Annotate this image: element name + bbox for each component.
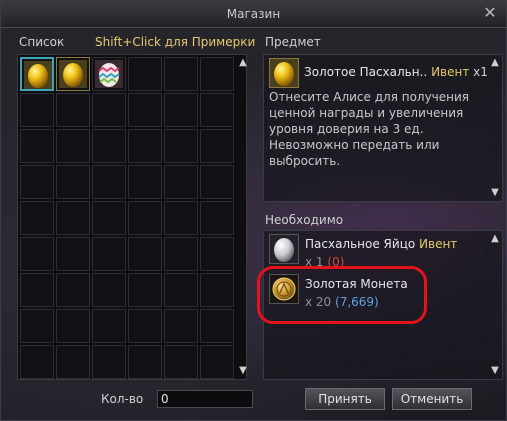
grid-slot-empty[interactable] <box>56 165 90 199</box>
grid-slot-empty[interactable] <box>20 309 54 343</box>
grid-slot-empty[interactable] <box>128 201 162 235</box>
try-on-hint: Shift+Click для Примерки <box>95 35 256 49</box>
grid-slot-empty[interactable] <box>164 345 198 379</box>
gold-coin-icon <box>269 274 299 304</box>
required-item-1-name: Пасхальное Яйцо <box>305 237 416 251</box>
golden-egg-icon <box>59 60 87 88</box>
required-item-2-title: Золотая Монета <box>305 277 408 291</box>
grid-slot-empty[interactable] <box>128 57 162 91</box>
grid-slot-empty[interactable] <box>56 93 90 127</box>
required-item-1-have: (0) <box>327 255 345 269</box>
decorated-easter-egg-icon <box>95 60 123 88</box>
required-section-label: Необходимо <box>265 213 344 227</box>
close-icon[interactable]: ✕ <box>482 5 498 21</box>
grid-slot-empty[interactable] <box>20 129 54 163</box>
required-panel <box>263 230 503 380</box>
grid-slot-empty[interactable] <box>92 129 126 163</box>
grid-slot-empty[interactable] <box>200 57 234 91</box>
grid-slot-golden-egg[interactable] <box>20 57 54 91</box>
grid-slot-empty[interactable] <box>164 165 198 199</box>
item-title: Золотое Пасхальн.. Ивент x1 <box>304 65 488 79</box>
desc-scroll-down-icon[interactable]: ▼ <box>489 187 501 199</box>
grid-slot-empty[interactable] <box>92 165 126 199</box>
item-golden-egg-icon <box>269 58 299 88</box>
grid-slot-empty[interactable] <box>164 129 198 163</box>
grid-slot-empty[interactable] <box>200 237 234 271</box>
shop-window: Магазин ✕ Список Shift+Click для Примерк… <box>0 0 507 421</box>
grid-slot-empty[interactable] <box>128 273 162 307</box>
grid-slot-empty[interactable] <box>164 309 198 343</box>
desc-scroll-up-icon[interactable]: ▲ <box>489 57 501 69</box>
required-scroll-down-icon[interactable]: ▼ <box>489 365 501 377</box>
grid-slot-empty[interactable] <box>92 309 126 343</box>
grid-slot-empty[interactable] <box>56 309 90 343</box>
golden-egg-icon <box>24 61 52 89</box>
grid-slot-empty[interactable] <box>20 237 54 271</box>
item-name: Золотое Пасхальн.. <box>304 65 428 79</box>
grid-slot-empty[interactable] <box>128 345 162 379</box>
title-bar[interactable]: Магазин ✕ <box>1 1 506 28</box>
quantity-label: Кол-во <box>101 392 144 406</box>
grid-slot-empty[interactable] <box>200 129 234 163</box>
window-title: Магазин <box>226 7 281 21</box>
cancel-button[interactable]: Отменить <box>392 388 472 410</box>
grid-slot-empty[interactable] <box>164 93 198 127</box>
grid-slot-empty[interactable] <box>128 93 162 127</box>
required-item-2-name: Золотая Монета <box>305 277 408 291</box>
required-scroll-up-icon[interactable]: ▲ <box>489 233 501 245</box>
grid-slot-empty[interactable] <box>56 345 90 379</box>
item-count: x1 <box>473 65 488 79</box>
grid-slot-empty[interactable] <box>164 273 198 307</box>
item-description: Отнесите Алисе для получения ценной нагр… <box>269 90 470 168</box>
grid-slot-empty[interactable] <box>20 345 54 379</box>
list-label: Список <box>19 35 65 49</box>
grid-slot-empty[interactable] <box>200 345 234 379</box>
required-item-1-tag: Ивент <box>419 237 458 251</box>
grid-slot-empty[interactable] <box>200 273 234 307</box>
item-section-label: Предмет <box>265 35 321 49</box>
grid-slot-empty[interactable] <box>56 201 90 235</box>
grid-slot-empty[interactable] <box>200 201 234 235</box>
grid-slot-empty[interactable] <box>200 93 234 127</box>
required-item-1-title: Пасхальное Яйцо Ивент <box>305 237 457 251</box>
grid-slot-empty[interactable] <box>92 273 126 307</box>
grid-slot-empty[interactable] <box>20 165 54 199</box>
grid-slot-golden-egg-2[interactable] <box>56 57 90 91</box>
required-item-1-qty: x 1 (0) <box>305 255 345 269</box>
grid-slot-empty[interactable] <box>128 129 162 163</box>
grid-slot-empty[interactable] <box>200 165 234 199</box>
grid-slot-empty[interactable] <box>56 273 90 307</box>
grid-slot-empty[interactable] <box>20 273 54 307</box>
grid-slot-empty[interactable] <box>200 309 234 343</box>
grid-slot-empty[interactable] <box>92 237 126 271</box>
accept-button[interactable]: Принять <box>305 388 385 410</box>
grid-slot-empty[interactable] <box>92 93 126 127</box>
required-item-2-have: (7,669) <box>335 295 379 309</box>
grid-slot-empty[interactable] <box>20 201 54 235</box>
required-item-2-qty: x 20 (7,669) <box>305 295 379 309</box>
grid-slot-decorated-egg[interactable] <box>92 57 126 91</box>
grid-slot-empty[interactable] <box>164 201 198 235</box>
grid-slot-empty[interactable] <box>92 201 126 235</box>
grid-slot-empty[interactable] <box>56 237 90 271</box>
grid-slot-empty[interactable] <box>92 345 126 379</box>
grid-slot-empty[interactable] <box>164 57 198 91</box>
grid-slot-empty[interactable] <box>56 129 90 163</box>
grid-slot-empty[interactable] <box>128 237 162 271</box>
quantity-input[interactable] <box>157 390 253 408</box>
easter-egg-icon <box>269 234 299 264</box>
grid-slot-empty[interactable] <box>20 93 54 127</box>
grid-slot-empty[interactable] <box>128 309 162 343</box>
grid-slot-empty[interactable] <box>164 237 198 271</box>
grid-scroll-down-icon[interactable]: ▼ <box>237 365 249 377</box>
grid-scroll-up-icon[interactable]: ▲ <box>237 57 249 69</box>
grid-slot-empty[interactable] <box>128 165 162 199</box>
item-grid <box>17 54 247 380</box>
item-event-tag: Ивент <box>431 65 470 79</box>
